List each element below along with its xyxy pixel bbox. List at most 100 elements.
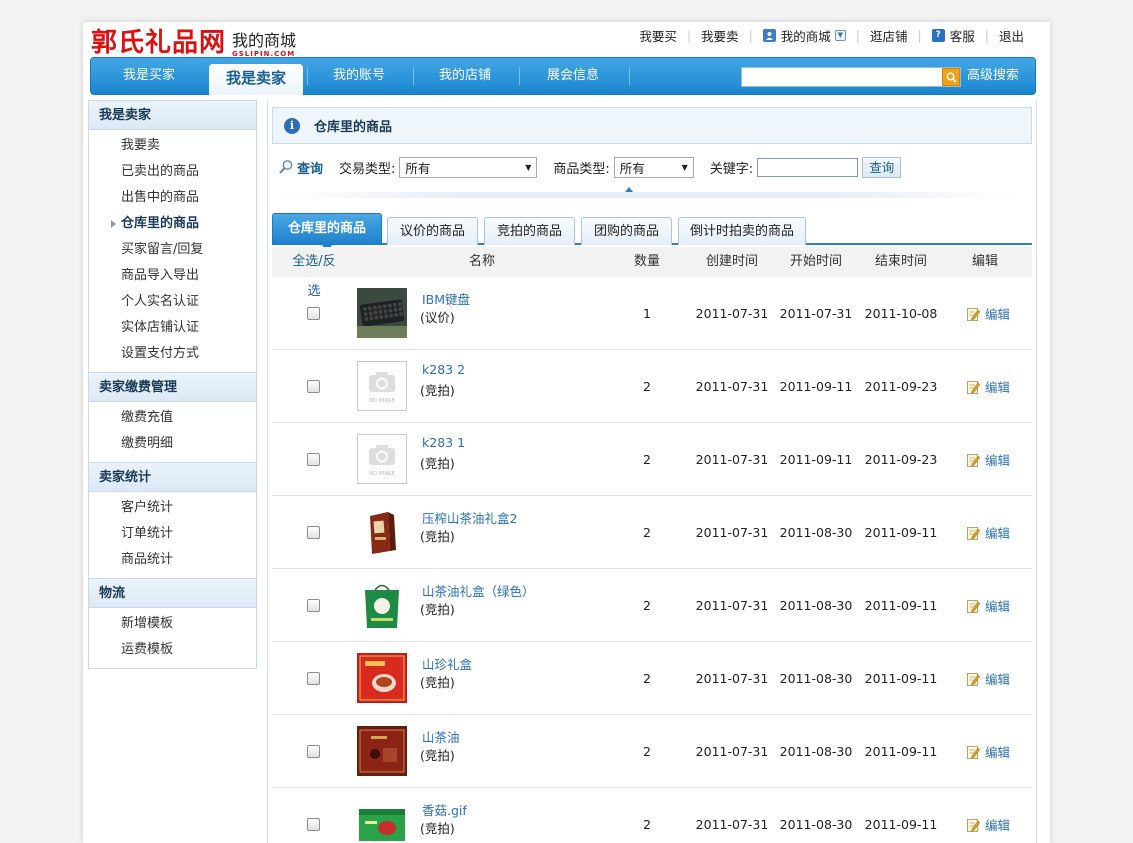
edit-button[interactable]: 编辑 <box>967 669 1010 688</box>
row-checkbox[interactable] <box>307 745 320 758</box>
sidebar-item-goods-stats[interactable]: 商品统计 <box>89 547 256 573</box>
product-thumbnail[interactable]: NO IMAGE <box>357 361 407 411</box>
edit-label: 编辑 <box>985 672 1011 687</box>
product-thumbnail[interactable] <box>357 726 407 776</box>
sidebar-item-fee-details[interactable]: 缴费明细 <box>89 431 256 457</box>
keyword-input[interactable] <box>757 157 859 177</box>
link-service[interactable]: ? 客服 <box>931 26 975 45</box>
row-checkbox[interactable] <box>307 672 320 685</box>
sidebar-item-on-sale[interactable]: 出售中的商品 <box>89 185 256 211</box>
column-edit: 编辑 <box>971 254 998 269</box>
sidebar-item-order-stats[interactable]: 订单统计 <box>89 521 256 547</box>
product-created: 2011-07-31 <box>695 525 769 540</box>
product-name-link[interactable]: k283 2 <box>422 362 465 377</box>
sidebar-item-warehouse[interactable]: 仓库里的商品 <box>89 211 256 237</box>
tab-auction[interactable]: 竞拍的商品 <box>484 217 575 245</box>
divider <box>278 192 1018 198</box>
trade-type-select[interactable]: 所有 ▼ <box>399 156 538 178</box>
goods-type-select[interactable]: 所有 ▼ <box>613 156 694 178</box>
row-checkbox[interactable] <box>307 818 320 831</box>
tab-group-buy[interactable]: 团购的商品 <box>581 217 672 245</box>
nav-tab-seller[interactable]: 我是卖家 <box>209 64 303 95</box>
nav-tab-expo[interactable]: 展会信息 <box>521 58 625 94</box>
product-name-link[interactable]: 山珍礼盒 <box>422 654 472 673</box>
sidebar-item-sold[interactable]: 已卖出的商品 <box>89 159 256 185</box>
site-search-input[interactable] <box>741 67 961 87</box>
sidebar-section-logistics: 物流 <box>89 578 256 608</box>
edit-button[interactable]: 编辑 <box>967 450 1010 469</box>
link-shops[interactable]: 逛店铺 <box>870 26 908 45</box>
row-checkbox[interactable] <box>307 526 320 539</box>
sidebar-item-new-template[interactable]: 新增模板 <box>89 611 256 637</box>
edit-button[interactable]: 编辑 <box>967 815 1010 834</box>
product-thumbnail[interactable]: NO IMAGE <box>357 434 407 484</box>
sidebar-section-logistics-items: 新增模板 运费模板 <box>89 608 256 668</box>
edit-button[interactable]: 编辑 <box>967 377 1010 396</box>
product-name-link[interactable]: k283 1 <box>422 435 465 450</box>
product-name-link[interactable]: 山茶油 <box>422 727 460 746</box>
product-trade-type: (竞拍) <box>420 456 455 471</box>
product-thumbnail[interactable] <box>357 653 407 703</box>
chevron-down-icon[interactable]: ▼ <box>834 29 846 41</box>
sidebar-item-customer-stats[interactable]: 客户统计 <box>89 495 256 521</box>
user-icon <box>762 28 776 42</box>
column-end: 结束时间 <box>874 254 927 269</box>
edit-label: 编辑 <box>985 818 1011 833</box>
nav-tab-account[interactable]: 我的账号 <box>309 58 409 94</box>
query-label[interactable]: 查询 <box>278 158 323 177</box>
row-checkbox[interactable] <box>307 307 320 320</box>
product-created: 2011-07-31 <box>695 744 769 759</box>
sidebar-section-seller-items: 我要卖 已卖出的商品 出售中的商品 仓库里的商品 买家留言/回复 商品导入导出 … <box>89 130 256 372</box>
sidebar-item-recharge[interactable]: 缴费充值 <box>89 405 256 431</box>
pencil-icon <box>967 526 980 540</box>
site-logo[interactable]: 郭氏礼品网 我的商城 GSLIPIN.COM <box>91 24 296 58</box>
logo-main-text: 郭氏礼品网 <box>91 28 227 58</box>
product-thumbnail[interactable] <box>357 580 407 630</box>
product-name-link[interactable]: 压榨山茶油礼盒2 <box>422 508 517 527</box>
product-name-link[interactable]: IBM键盘 <box>422 289 470 308</box>
product-end: 2011-09-11 <box>864 598 938 613</box>
link-my-mall[interactable]: 我的商城 ▼ <box>762 26 846 45</box>
main-content: i 仓库里的商品 查询 交易类型: 所有 ▼ 商品类型: 所有 ▼ 关键字: 查… <box>267 100 1037 843</box>
site-search-button[interactable] <box>942 68 960 86</box>
product-thumbnail[interactable] <box>357 507 407 557</box>
advanced-search-link[interactable]: 高级搜索 <box>967 58 1019 94</box>
tab-warehouse[interactable]: 仓库里的商品 <box>272 213 382 251</box>
sidebar-item-identity-verify[interactable]: 个人实名认证 <box>89 289 256 315</box>
product-name-link[interactable]: 香菇.gif <box>422 800 467 819</box>
table-row: 压榨山茶油礼盒2 (竞拍) 2 2011-07-31 2011-08-30 2011-09… <box>272 496 1032 569</box>
product-thumbnail[interactable] <box>357 288 407 338</box>
sidebar-item-shipping-template[interactable]: 运费模板 <box>89 637 256 663</box>
sidebar-item-messages[interactable]: 买家留言/回复 <box>89 237 256 263</box>
goods-tabs: 仓库里的商品 议价的商品 竞拍的商品 团购的商品 倒计时拍卖的商品 <box>272 213 1032 251</box>
sidebar-section-fees: 卖家缴费管理 <box>89 372 256 402</box>
nav-tab-buyer[interactable]: 我是买家 <box>99 58 199 94</box>
product-thumbnail[interactable] <box>357 799 407 843</box>
column-name: 名称 <box>468 254 495 269</box>
sidebar-item-payment-method[interactable]: 设置支付方式 <box>89 341 256 367</box>
column-start: 开始时间 <box>789 254 842 269</box>
separator: | <box>748 27 753 43</box>
nav-tab-my-shop[interactable]: 我的店铺 <box>415 58 515 94</box>
edit-button[interactable]: 编辑 <box>967 596 1010 615</box>
sidebar-item-shop-verify[interactable]: 实体店铺认证 <box>89 315 256 341</box>
row-checkbox[interactable] <box>307 599 320 612</box>
row-checkbox[interactable] <box>307 453 320 466</box>
link-logout[interactable]: 退出 <box>999 26 1024 45</box>
sidebar-item-sell[interactable]: 我要卖 <box>89 133 256 159</box>
link-sell[interactable]: 我要卖 <box>701 26 739 45</box>
search-button[interactable]: 查询 <box>862 156 902 178</box>
edit-button[interactable]: 编辑 <box>967 742 1010 761</box>
link-buy[interactable]: 我要买 <box>639 26 677 45</box>
search-icon <box>946 72 957 83</box>
row-checkbox[interactable] <box>307 380 320 393</box>
table-header: 全选/反选 名称 数量 创建时间 开始时间 结束时间 编辑 <box>272 247 1032 299</box>
product-name-link[interactable]: 山茶油礼盒（绿色） <box>422 581 535 600</box>
edit-button[interactable]: 编辑 <box>967 304 1010 323</box>
separator: | <box>984 27 989 43</box>
tab-bargain[interactable]: 议价的商品 <box>387 217 478 245</box>
tab-countdown-auction[interactable]: 倒计时拍卖的商品 <box>678 217 806 245</box>
product-end: 2011-09-23 <box>864 379 938 394</box>
edit-button[interactable]: 编辑 <box>967 523 1010 542</box>
sidebar-item-import-export[interactable]: 商品导入导出 <box>89 263 256 289</box>
